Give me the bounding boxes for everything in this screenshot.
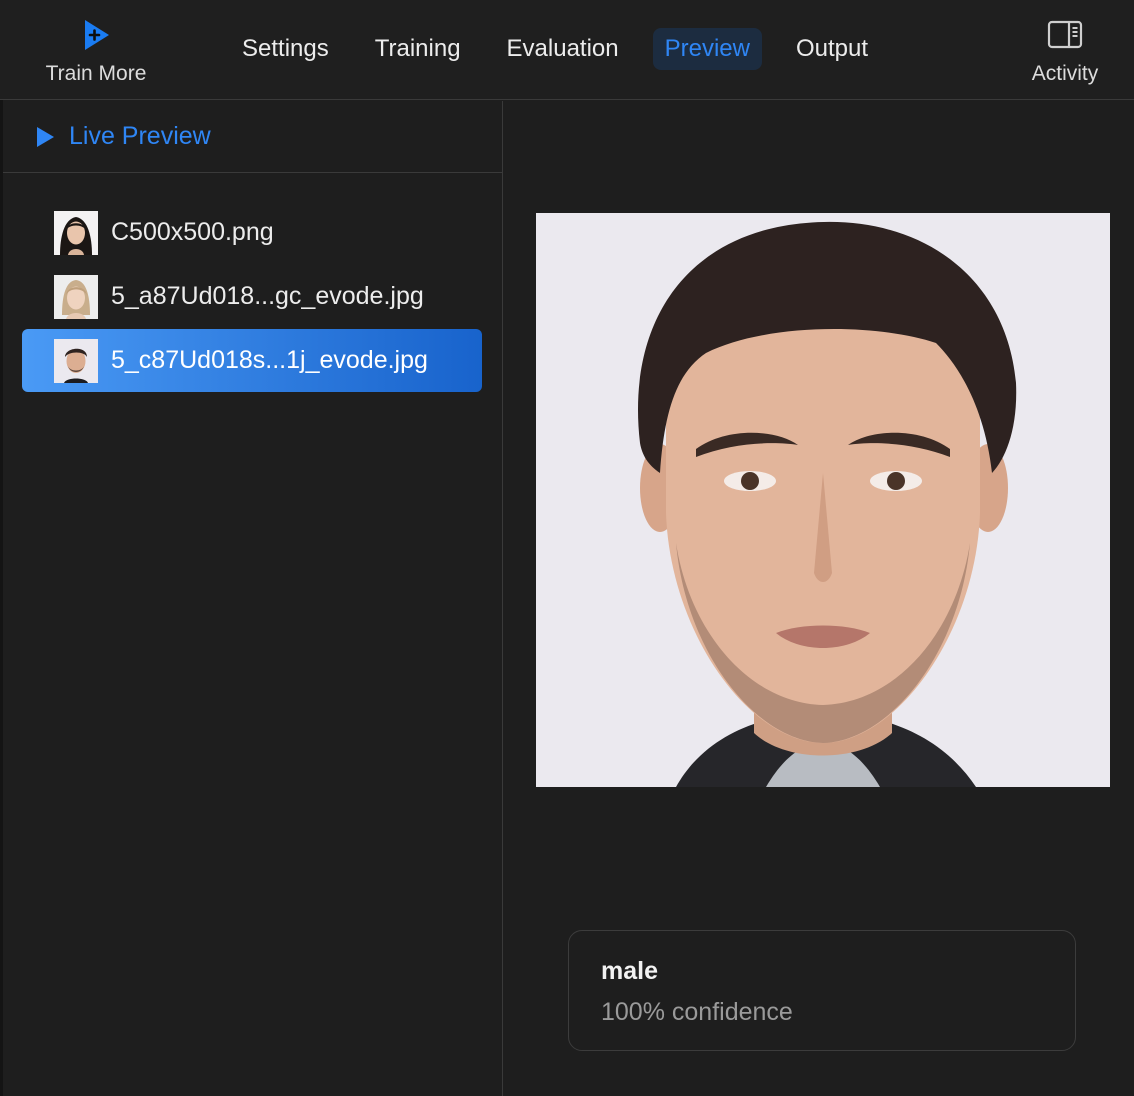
toolbar: Train More Settings Training Evaluation … [0, 0, 1134, 100]
tab-bar: Settings Training Evaluation Preview Out… [230, 27, 902, 71]
tab-settings[interactable]: Settings [230, 28, 341, 70]
file-name: 5_a87Ud018...gc_evode.jpg [111, 282, 424, 310]
prediction-label: male [601, 957, 658, 985]
image-thumbnail [54, 338, 98, 383]
file-list: C500x500.png 5_a87Ud018...gc_evode.jpg 5… [3, 173, 502, 392]
preview-area: male 100% confidence [503, 101, 1134, 1096]
train-more-label: Train More [45, 62, 147, 85]
live-preview-header[interactable]: Live Preview [3, 101, 502, 173]
train-more-button[interactable]: Train More [28, 18, 164, 94]
play-icon [37, 126, 54, 147]
tab-training[interactable]: Training [363, 28, 473, 70]
live-preview-title: Live Preview [69, 122, 211, 150]
prediction-result-card: male 100% confidence [568, 930, 1076, 1051]
image-thumbnail [54, 274, 98, 319]
tab-preview[interactable]: Preview [652, 28, 762, 70]
play-plus-icon [85, 20, 109, 50]
file-list-item[interactable]: 5_a87Ud018...gc_evode.jpg [22, 265, 482, 328]
image-thumbnail [54, 210, 98, 255]
file-list-item[interactable]: C500x500.png [22, 201, 482, 264]
file-list-item-selected[interactable]: 5_c87Ud018s...1j_evode.jpg [22, 329, 482, 392]
activity-button[interactable]: Activity [1020, 20, 1110, 86]
file-name: 5_c87Ud018s...1j_evode.jpg [111, 346, 428, 374]
preview-image [536, 213, 1110, 787]
prediction-confidence: 100% confidence [601, 998, 793, 1026]
app-window: Train More Settings Training Evaluation … [0, 0, 1134, 1096]
sidebar: Live Preview C500x500.png 5_a87Ud018...g… [3, 101, 503, 1096]
sidebar-toggle-icon [1047, 20, 1083, 49]
tab-evaluation[interactable]: Evaluation [495, 28, 631, 70]
activity-label: Activity [1031, 62, 1099, 85]
tab-output[interactable]: Output [784, 28, 880, 70]
file-name: C500x500.png [111, 218, 274, 246]
